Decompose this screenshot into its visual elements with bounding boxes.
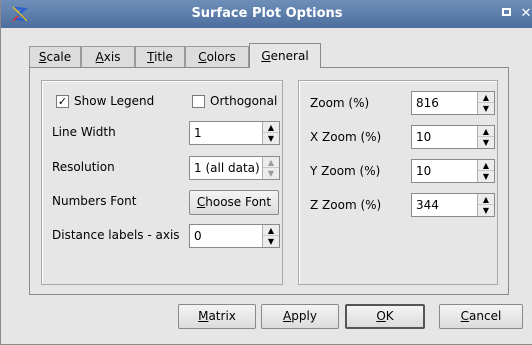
spin-arrows: ▲ ▼: [477, 126, 494, 148]
spin-up-icon[interactable]: ▲: [478, 92, 494, 103]
tab-colors[interactable]: Colors: [185, 46, 249, 67]
spin-arrows: ▲ ▼: [477, 194, 494, 216]
zoom-label: Zoom (%): [310, 96, 370, 110]
cancel-button[interactable]: Cancel: [439, 304, 523, 329]
tab-scale[interactable]: Scale: [29, 46, 81, 67]
spin-arrows: ▲ ▼: [477, 92, 494, 114]
z-zoom-label: Z Zoom (%): [310, 198, 382, 212]
zoom-spinbox[interactable]: 816 ▲ ▼: [411, 91, 495, 115]
line-width-value: 1: [194, 126, 202, 140]
spin-arrows: ▲ ▼: [477, 160, 494, 182]
tab-title[interactable]: Title: [135, 46, 185, 67]
spin-up-icon[interactable]: ▲: [478, 126, 494, 137]
spin-arrows: ▲ ▼: [262, 225, 279, 247]
spin-arrows: ▲ ▼: [262, 122, 279, 144]
spin-down-icon[interactable]: ▼: [263, 168, 279, 179]
resolution-value: 1 (all data): [194, 161, 260, 175]
x-zoom-value: 10: [416, 130, 432, 144]
general-options-group: ✓ Show Legend Orthogonal Line Width 1 ▲ …: [41, 80, 283, 285]
spin-down-icon[interactable]: ▼: [263, 133, 279, 144]
spin-arrows: ▲ ▼: [262, 157, 279, 179]
distance-labels-label: Distance labels - axis: [52, 228, 180, 242]
tab-general[interactable]: General: [249, 43, 321, 68]
zoom-value: 816: [416, 96, 439, 110]
spin-up-icon[interactable]: ▲: [478, 160, 494, 171]
y-zoom-spinbox[interactable]: 10 ▲ ▼: [411, 159, 495, 183]
z-zoom-spinbox[interactable]: 344 ▲ ▼: [411, 193, 495, 217]
spin-down-icon[interactable]: ▼: [478, 171, 494, 182]
maximize-icon[interactable]: [501, 7, 515, 21]
tab-axis[interactable]: Axis: [81, 46, 135, 67]
y-zoom-label: Y Zoom (%): [310, 164, 381, 178]
spin-up-icon[interactable]: ▲: [263, 157, 279, 168]
x-zoom-label: X Zoom (%): [310, 130, 382, 144]
spin-down-icon[interactable]: ▼: [263, 236, 279, 247]
distance-labels-value: 0: [194, 229, 202, 243]
title-bar[interactable]: Surface Plot Options ✕: [1, 0, 532, 28]
apply-button[interactable]: Apply: [261, 304, 339, 329]
general-tab-panel: ✓ Show Legend Orthogonal Line Width 1 ▲ …: [29, 67, 509, 295]
choose-font-button[interactable]: Choose Font: [189, 190, 279, 215]
ok-button[interactable]: OK: [345, 304, 425, 329]
spin-up-icon[interactable]: ▲: [263, 225, 279, 236]
resolution-label: Resolution: [52, 160, 115, 174]
line-width-spinbox[interactable]: 1 ▲ ▼: [189, 121, 280, 145]
line-width-label: Line Width: [52, 125, 116, 139]
window-title: Surface Plot Options: [191, 6, 343, 21]
distance-labels-spinbox[interactable]: 0 ▲ ▼: [189, 224, 280, 248]
zoom-options-group: Zoom (%) 816 ▲ ▼ X Zoom (%) 10 ▲ ▼ Y Zoo…: [298, 80, 498, 285]
matrix-button[interactable]: Matrix: [178, 304, 256, 329]
x-zoom-spinbox[interactable]: 10 ▲ ▼: [411, 125, 495, 149]
spin-down-icon[interactable]: ▼: [478, 137, 494, 148]
show-legend-checkbox[interactable]: ✓: [56, 95, 69, 108]
spin-down-icon[interactable]: ▼: [478, 103, 494, 114]
orthogonal-checkbox[interactable]: [192, 95, 205, 108]
numbers-font-label: Numbers Font: [52, 194, 137, 208]
spin-up-icon[interactable]: ▲: [478, 194, 494, 205]
z-zoom-value: 344: [416, 198, 439, 212]
orthogonal-label: Orthogonal: [210, 94, 278, 108]
y-zoom-value: 10: [416, 164, 432, 178]
resolution-spinbox[interactable]: 1 (all data) ▲ ▼: [189, 156, 280, 180]
close-icon[interactable]: ✕: [519, 7, 532, 21]
spin-up-icon[interactable]: ▲: [263, 122, 279, 133]
show-legend-label: Show Legend: [74, 94, 155, 108]
dialog-window: Surface Plot Options ✕ Scale Axis Title …: [0, 0, 532, 345]
spin-down-icon[interactable]: ▼: [478, 205, 494, 216]
